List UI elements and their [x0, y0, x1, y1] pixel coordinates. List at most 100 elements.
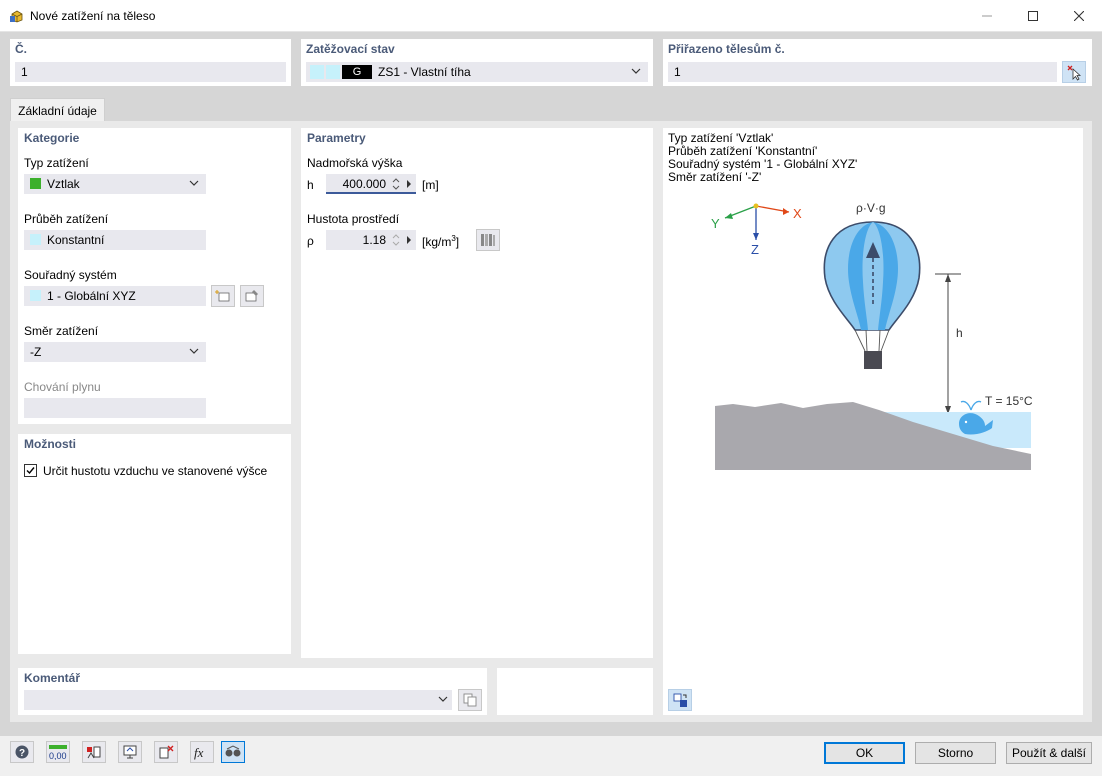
help-button[interactable]: ? — [10, 741, 34, 763]
coord-field: 1 - Globální XYZ — [24, 286, 206, 306]
comment-input[interactable] — [24, 690, 452, 710]
units-button[interactable]: 0,00 — [46, 741, 70, 763]
air-density-checkbox[interactable] — [24, 464, 37, 477]
display-settings-button[interactable] — [82, 741, 106, 763]
density-symbol: ρ — [307, 234, 314, 248]
ok-button[interactable]: OK — [824, 742, 905, 764]
load-case-panel: Zatěžovací stav G ZS1 - Vlastní tíha — [301, 39, 653, 86]
balloon-icon — [823, 221, 921, 369]
coord-swatch — [30, 290, 41, 301]
formula-label: ρ·V·g — [856, 201, 886, 215]
density-spinbox: 1.18 — [326, 230, 416, 250]
distribution-value: Konstantní — [47, 233, 105, 247]
spin-updown-icon[interactable] — [392, 177, 400, 191]
function-icon: fx — [194, 745, 204, 760]
load-case-swatch-1 — [310, 65, 324, 79]
spin-updown-icon — [392, 234, 400, 246]
pick-cursor-icon — [1067, 65, 1082, 81]
load-case-value: ZS1 - Vlastní tíha — [378, 65, 471, 79]
distribution-swatch — [30, 234, 41, 245]
decimal-units-icon: 0,00 — [49, 745, 67, 760]
air-density-label: Určit hustotu vzduchu ve stanovené výšce — [43, 464, 268, 478]
cancel-button[interactable]: Storno — [915, 742, 996, 764]
formula-button[interactable]: fx — [190, 741, 214, 763]
altitude-value: 400.000 — [342, 177, 386, 191]
delete-selection-icon — [159, 745, 174, 759]
edit-coord-button[interactable] — [240, 285, 264, 307]
axis-y-label: Y — [711, 216, 720, 231]
info-line-4: Směr zatížení '-Z' — [668, 170, 762, 184]
close-button[interactable] — [1056, 0, 1102, 32]
view-button[interactable] — [118, 741, 142, 763]
minimize-icon — [982, 15, 992, 17]
axis-z-label: Z — [751, 242, 759, 257]
parameters-panel: Parametry Nadmořská výška h 400.000 [m] … — [301, 128, 653, 658]
minimize-button[interactable] — [964, 0, 1010, 32]
tab-zakladni-udaje[interactable]: Základní údaje — [10, 98, 105, 122]
new-coord-icon — [215, 290, 230, 302]
assigned-label: Přiřazeno tělesům č. — [668, 42, 785, 56]
copy-icon — [463, 693, 477, 707]
comment-copy-button[interactable] — [458, 689, 482, 711]
maximize-button[interactable] — [1010, 0, 1056, 32]
blank-panel — [497, 668, 653, 715]
help-icon: ? — [15, 745, 29, 759]
altitude-spinbox[interactable]: 400.000 — [326, 174, 416, 194]
assigned-input[interactable]: 1 — [668, 62, 1057, 82]
density-unit: [kg/m3] — [422, 234, 460, 249]
glasses-icon — [225, 745, 241, 757]
book-icon — [481, 234, 495, 246]
chevron-down-icon[interactable] — [437, 693, 449, 705]
close-icon — [1074, 11, 1084, 21]
axis-x-label: X — [793, 206, 802, 221]
apply-next-button[interactable]: Použít & další — [1006, 742, 1092, 764]
buoyancy-diagram: X Y Z ρ·V·g h T = 15°C — [711, 201, 1033, 470]
altitude-unit: [m] — [422, 178, 439, 192]
spin-right-icon[interactable] — [406, 179, 412, 189]
coordinate-axes-icon — [724, 203, 790, 240]
height-dimension-icon — [935, 273, 961, 414]
svg-text:?: ? — [19, 748, 25, 759]
display-settings-icon — [87, 746, 101, 759]
number-input[interactable]: 1 — [15, 62, 286, 82]
options-panel: Možnosti Určit hustotu vzduchu ve stanov… — [18, 434, 291, 654]
density-value: 1.18 — [362, 233, 386, 247]
direction-select[interactable]: -Z — [24, 342, 206, 362]
direction-label: Směr zatížení — [24, 324, 99, 338]
load-case-select[interactable]: G ZS1 - Vlastní tíha — [306, 62, 648, 82]
number-label: Č. — [15, 42, 27, 56]
delete-selection-button[interactable] — [154, 741, 178, 763]
window-title: Nové zatížení na těleso — [30, 9, 156, 23]
swap-view-button[interactable] — [668, 689, 692, 711]
pick-solid-button[interactable] — [1062, 61, 1086, 83]
coord-label: Souřadný systém — [24, 268, 117, 282]
gas-field — [24, 398, 206, 418]
load-type-value: Vztlak — [47, 177, 80, 191]
load-case-label: Zatěžovací stav — [306, 42, 395, 56]
new-coord-button[interactable] — [211, 285, 235, 307]
comment-title: Komentář — [24, 671, 81, 685]
distribution-field: Konstantní — [24, 230, 206, 250]
maximize-icon — [1028, 11, 1038, 21]
svg-text:0,00: 0,00 — [49, 751, 67, 760]
info-panel: Typ zatížení 'Vztlak' Průběh zatížení 'K… — [663, 128, 1083, 715]
checkmark-icon — [26, 467, 35, 475]
assigned-panel: Přiřazeno tělesům č. 1 — [663, 39, 1092, 86]
comment-panel: Komentář — [18, 668, 487, 715]
chevron-down-icon — [189, 180, 199, 186]
library-button[interactable] — [476, 229, 500, 251]
density-label: Hustota prostředí — [307, 212, 400, 226]
temperature-label: T = 15°C — [985, 394, 1033, 408]
altitude-label: Nadmořská výška — [307, 156, 403, 170]
monitor-icon — [123, 745, 137, 759]
edit-coord-icon — [245, 290, 258, 302]
load-case-badge: G — [342, 65, 372, 79]
render-button[interactable] — [221, 741, 245, 763]
altitude-symbol: h — [307, 178, 314, 192]
height-label: h — [956, 326, 963, 340]
category-panel: Kategorie Typ zatížení Vztlak Průběh zat… — [18, 128, 291, 424]
direction-value: -Z — [30, 345, 42, 359]
load-type-select[interactable]: Vztlak — [24, 174, 206, 194]
chevron-down-icon — [631, 68, 641, 74]
spin-right-icon — [407, 236, 411, 244]
